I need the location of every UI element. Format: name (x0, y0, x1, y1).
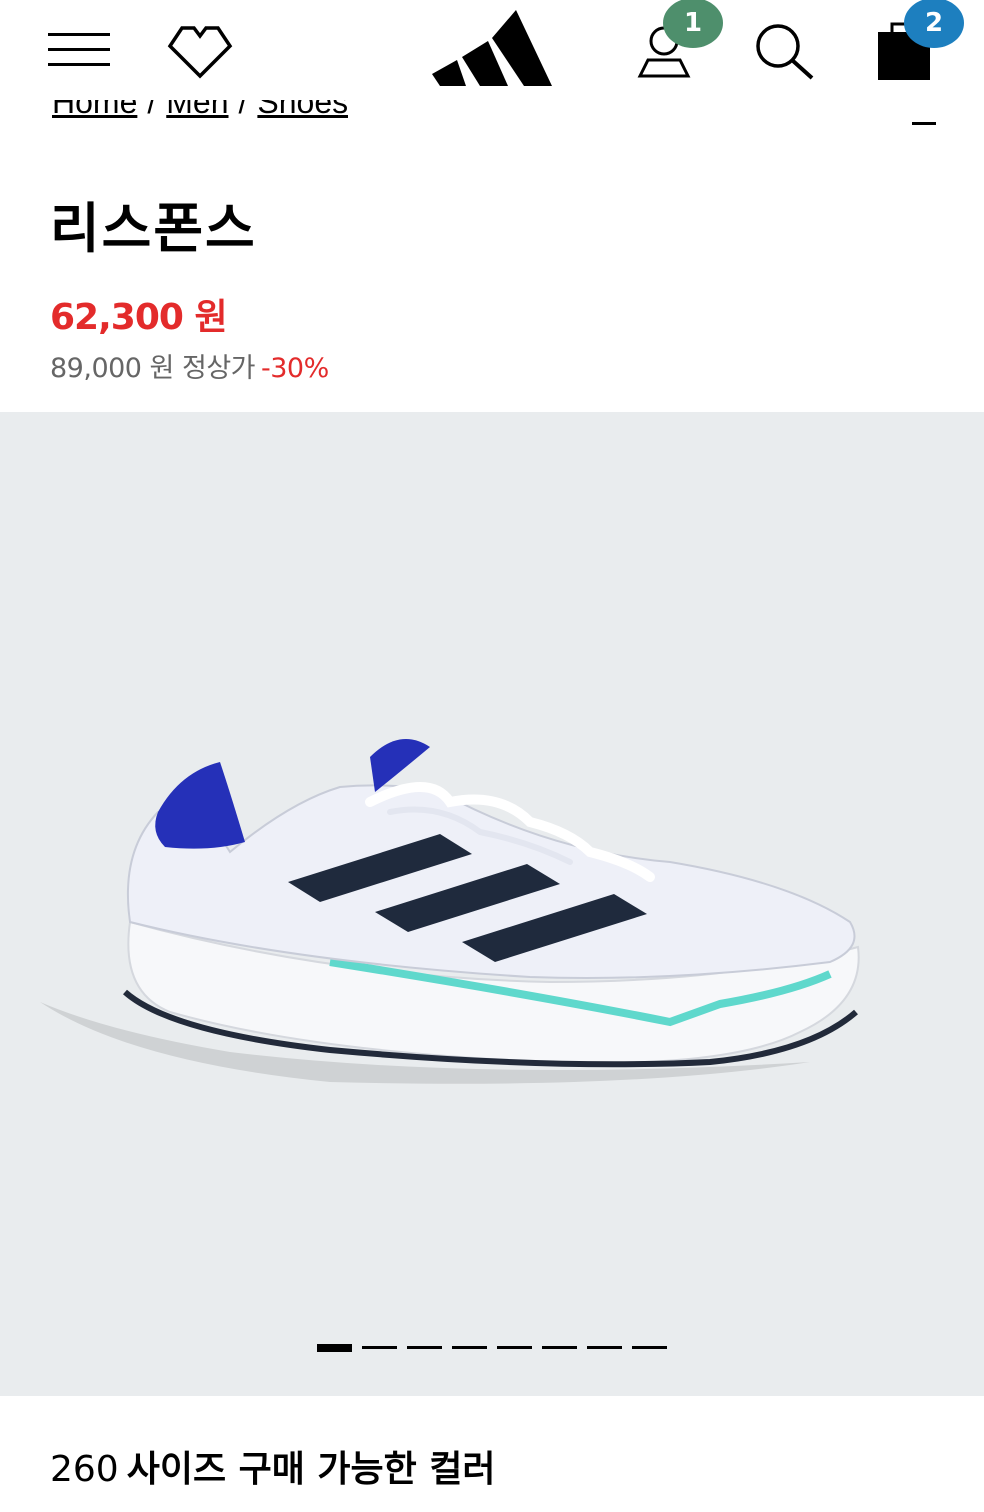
chevron-down-icon[interactable] (912, 104, 936, 126)
product-image-gallery[interactable] (0, 412, 984, 1396)
carousel-dot-6[interactable] (542, 1346, 577, 1349)
hamburger-menu-icon[interactable] (48, 30, 110, 70)
discount-percent: -30% (261, 353, 329, 384)
available-colors-heading: 260 사이즈 구매 가능한 컬러 (50, 1440, 496, 1492)
account-notification-badge: 1 (663, 0, 723, 48)
carousel-dot-1[interactable] (317, 1344, 352, 1352)
carousel-dot-4[interactable] (452, 1346, 487, 1349)
product-title: 리스폰스 (50, 197, 257, 260)
carousel-indicators (317, 1344, 667, 1352)
original-price-row: 89,000 원 정상가 -30% (50, 346, 329, 385)
carousel-dot-7[interactable] (587, 1346, 622, 1349)
available-colors-label: 사이즈 구매 가능한 컬러 (126, 1449, 496, 1490)
adidas-logo[interactable] (430, 10, 552, 88)
top-header: 1 2 (0, 0, 984, 100)
search-icon[interactable] (754, 22, 816, 82)
product-image-running-shoe[interactable] (30, 732, 870, 1092)
carousel-dot-2[interactable] (362, 1346, 397, 1349)
carousel-dot-8[interactable] (632, 1346, 667, 1349)
selected-size: 260 (50, 1449, 119, 1490)
heart-icon[interactable] (164, 22, 236, 80)
original-price: 89,000 원 정상가 (50, 353, 256, 384)
sale-price: 62,300 원 (50, 297, 228, 338)
carousel-dot-3[interactable] (407, 1346, 442, 1349)
cart-count-badge: 2 (904, 0, 964, 48)
carousel-dot-5[interactable] (497, 1346, 532, 1349)
